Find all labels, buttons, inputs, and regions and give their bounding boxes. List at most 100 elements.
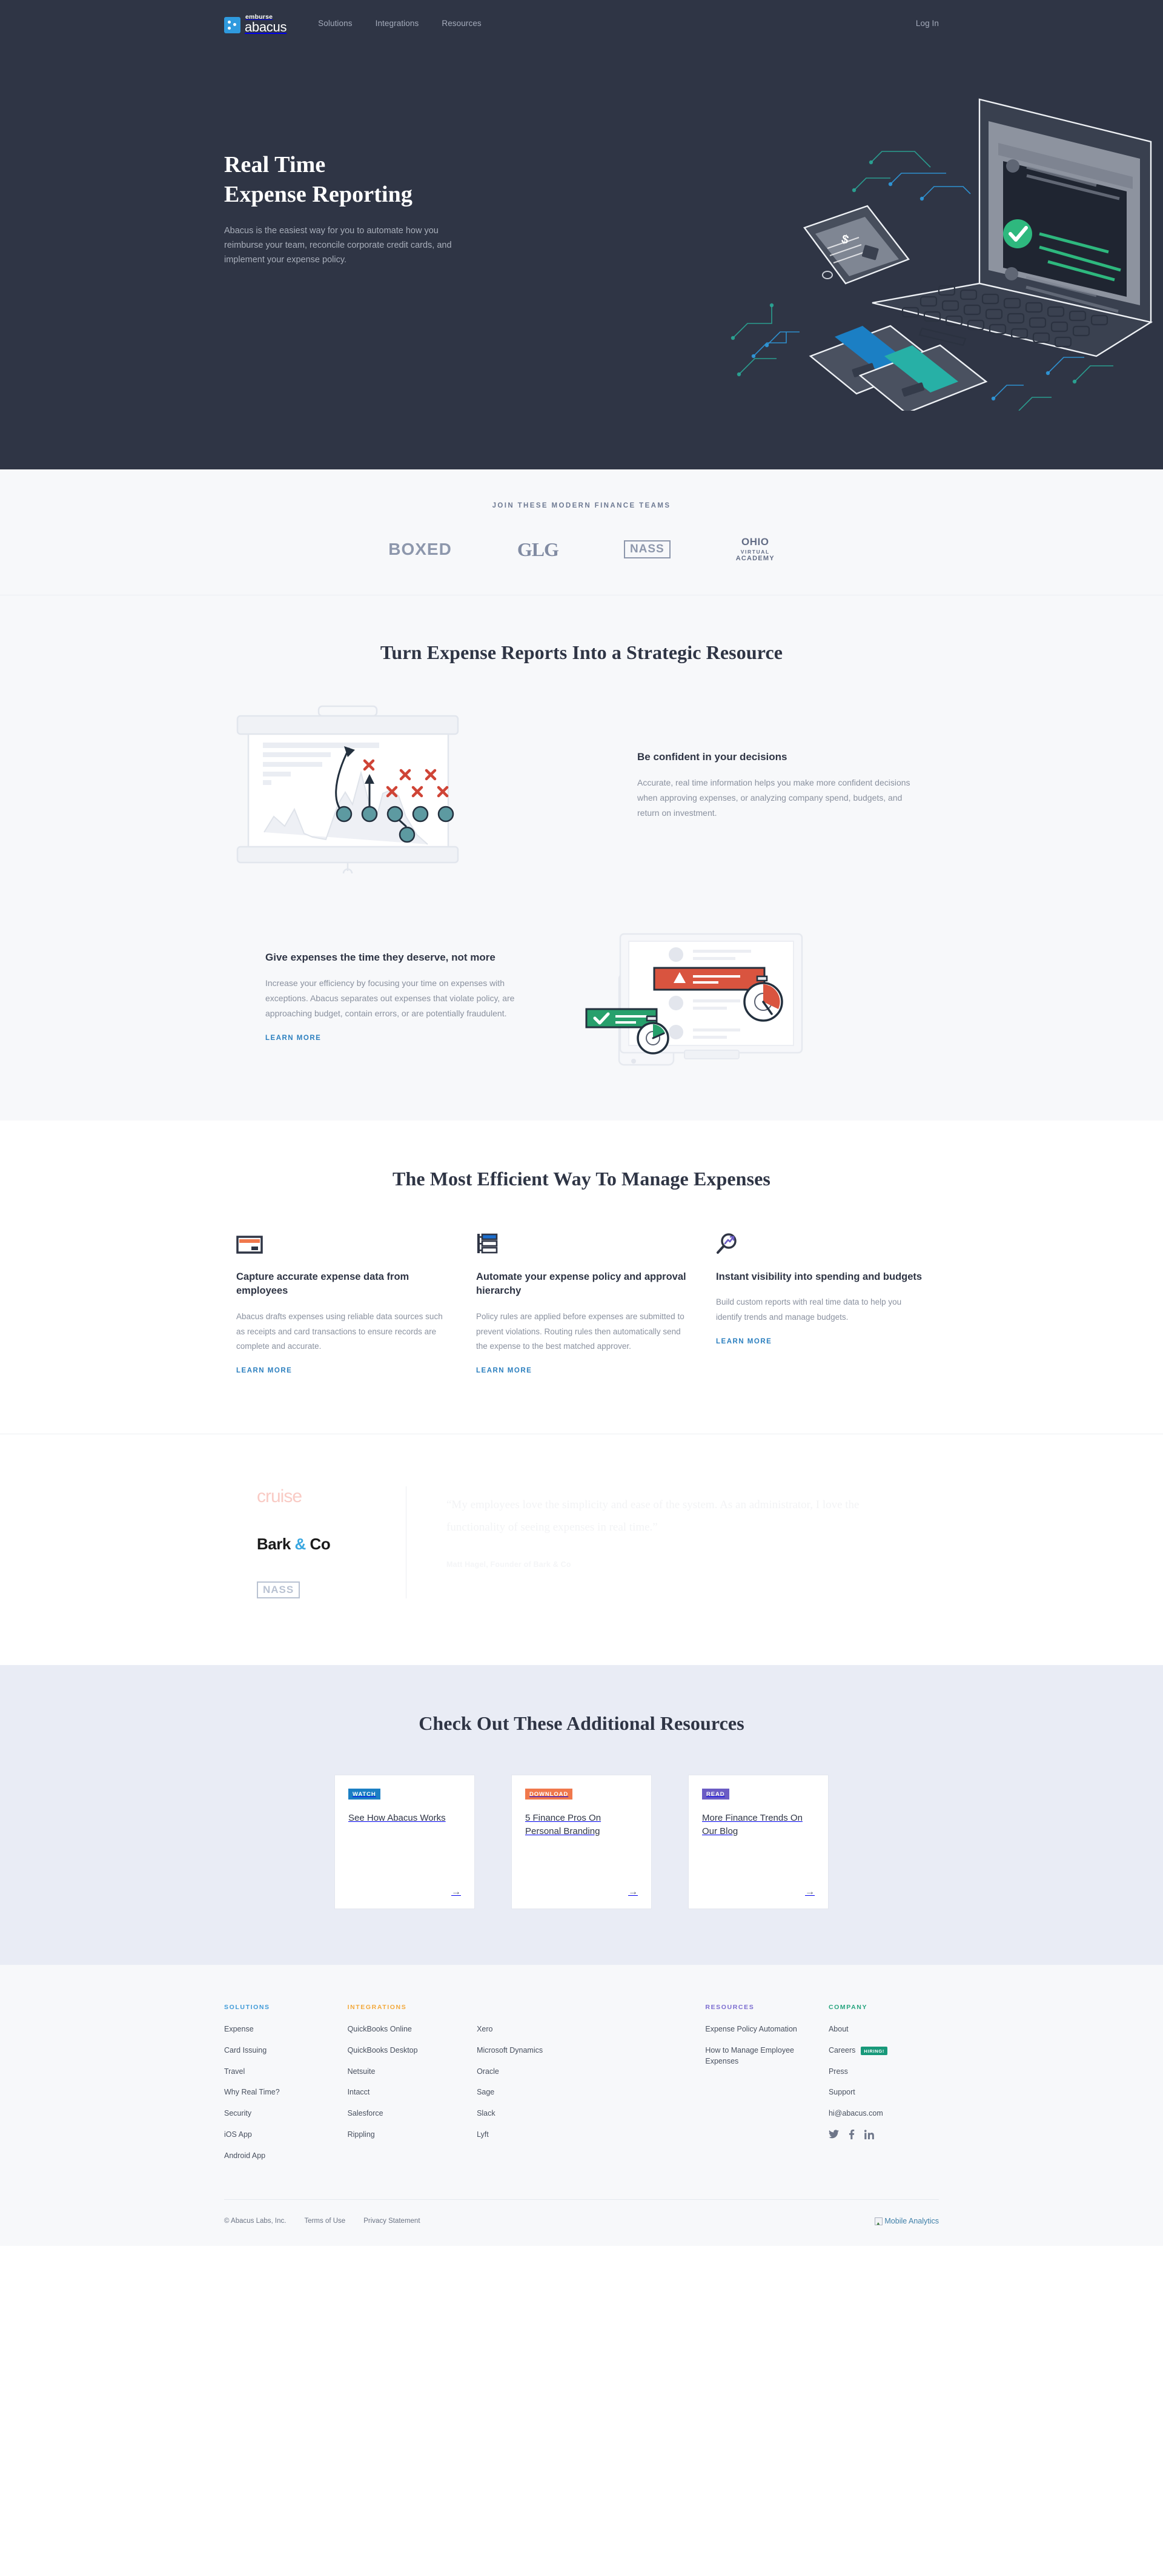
footer-link-card-issuing[interactable]: Card Issuing	[224, 2045, 348, 2056]
logostrip-eyebrow: JOIN THESE MODERN FINANCE TEAMS	[492, 502, 671, 509]
testimonial-logo-cruise[interactable]: cruise	[257, 1486, 302, 1507]
site-footer: SOLUTIONS Expense Card Issuing Travel Wh…	[0, 1965, 1163, 2247]
strategic-section-title: Turn Expense Reports Into a Strategic Re…	[380, 641, 783, 663]
abacus-logo-mark-icon	[224, 17, 240, 34]
mobile-analytics-badge[interactable]: Mobile Analytics	[875, 2217, 939, 2225]
client-logo-glg: GLG	[517, 538, 559, 560]
footer-bottom-links: © Abacus Labs, Inc. Terms of Use Privacy…	[224, 2217, 420, 2225]
testimonial-section: cruise Bark & Co NASS “My employees love…	[0, 1434, 1163, 1666]
footer-link-rippling[interactable]: Rippling	[348, 2130, 477, 2141]
footer-link-expense-policy-automation[interactable]: Expense Policy Automation	[705, 2024, 829, 2035]
hero-copy: Real Time Expense Reporting Abacus is th…	[224, 150, 509, 267]
ohio-line-3: ACADEMY	[735, 555, 775, 563]
testimonial-quote: “My employees love the simplicity and ea…	[446, 1498, 860, 1534]
footer-careers-row: Careers HIRING!	[829, 2045, 939, 2056]
footer-column-company: COMPANY About Careers HIRING! Press Supp…	[828, 2004, 939, 2171]
footer-link-slack[interactable]: Slack	[477, 2108, 705, 2119]
footer-link-oracle[interactable]: Oracle	[477, 2067, 705, 2078]
footer-link-ios-app[interactable]: iOS App	[224, 2130, 348, 2141]
facebook-icon[interactable]	[849, 2129, 855, 2139]
linkedin-icon[interactable]	[864, 2130, 874, 2139]
feature-heading-time: Give expenses the time they deserve, not…	[265, 952, 495, 964]
footer-heading-solutions: SOLUTIONS	[224, 2004, 270, 2011]
resource-title-download: 5 Finance Pros On Personal Branding	[525, 1813, 601, 1836]
footer-link-sage[interactable]: Sage	[477, 2087, 705, 2098]
resource-card-watch[interactable]: WATCH See How Abacus Works →	[334, 1775, 475, 1910]
testimonial-logo-bark-and-co[interactable]: Bark & Co	[257, 1535, 331, 1554]
footer-link-why-real-time[interactable]: Why Real Time?	[224, 2087, 348, 2098]
hero-subtitle: Abacus is the easiest way for you to aut…	[224, 226, 452, 265]
hero-section: emburse abacus Solutions Integrations Re…	[0, 0, 1163, 469]
footer-heading-company: COMPANY	[828, 2004, 868, 2011]
credit-card-icon	[236, 1228, 447, 1254]
footer-link-intacct[interactable]: Intacct	[348, 2087, 477, 2098]
footer-link-quickbooks-online[interactable]: QuickBooks Online	[348, 2024, 477, 2035]
ohio-line-1: OHIO	[741, 536, 769, 548]
hero-title-line-2: Expense Reporting	[224, 181, 413, 207]
footer-link-email[interactable]: hi@abacus.com	[829, 2108, 939, 2119]
feature-body-confident: Accurate, real time information helps yo…	[637, 778, 910, 818]
feature-heading-confident: Be confident in your decisions	[637, 751, 787, 763]
footer-link-security[interactable]: Security	[224, 2108, 348, 2119]
footer-link-press[interactable]: Press	[829, 2067, 939, 2078]
nav-item-solutions[interactable]: Solutions	[318, 19, 352, 28]
abacus-logo[interactable]: emburse abacus	[224, 14, 287, 34]
efficient-body-visibility: Build custom reports with real time data…	[716, 1297, 902, 1322]
whiteboard-illustration	[224, 698, 582, 873]
twitter-icon[interactable]	[828, 2130, 839, 2139]
efficient-section-title: The Most Efficient Way To Manage Expense…	[393, 1167, 770, 1190]
footer-link-salesforce[interactable]: Salesforce	[348, 2108, 477, 2119]
footer-link-expense[interactable]: Expense	[224, 2024, 348, 2035]
footer-column-integrations-second: Xero Microsoft Dynamics Oracle Sage Slac…	[477, 2004, 705, 2171]
footer-link-how-to-manage-employee-expenses[interactable]: How to Manage Employee Expenses	[705, 2045, 829, 2067]
resource-tag-download: DOWNLOAD	[525, 1789, 573, 1800]
footer-link-privacy-statement[interactable]: Privacy Statement	[363, 2217, 420, 2225]
footer-link-terms-of-use[interactable]: Terms of Use	[304, 2217, 345, 2225]
footer-link-android-app[interactable]: Android App	[224, 2151, 348, 2162]
resource-card-read[interactable]: READ More Finance Trends On Our Blog →	[688, 1775, 829, 1910]
arrow-right-icon: →	[628, 1887, 638, 1898]
learn-more-link-time[interactable]: LEARN MORE	[265, 1035, 321, 1042]
learn-more-link-capture[interactable]: LEARN MORE	[236, 1367, 292, 1374]
testimonial-block: cruise Bark & Co NASS “My employees love…	[224, 1486, 939, 1599]
learn-more-link-automate[interactable]: LEARN MORE	[476, 1367, 532, 1374]
magnifier-trend-icon	[716, 1228, 927, 1254]
resource-title-watch: See How Abacus Works	[348, 1813, 446, 1824]
learn-more-link-visibility[interactable]: LEARN MORE	[716, 1338, 772, 1345]
footer-link-travel[interactable]: Travel	[224, 2067, 348, 2078]
efficient-heading-capture: Capture accurate expense data from emplo…	[236, 1271, 409, 1297]
nav-item-integrations[interactable]: Integrations	[376, 19, 419, 28]
page-root: emburse abacus Solutions Integrations Re…	[0, 0, 1163, 2247]
login-link[interactable]: Log In	[916, 19, 939, 29]
arrow-right-icon: →	[805, 1887, 815, 1898]
testimonial-logo-nass[interactable]: NASS	[257, 1581, 300, 1599]
efficient-heading-visibility: Instant visibility into spending and bud…	[716, 1271, 923, 1282]
resource-tag-watch: WATCH	[348, 1789, 380, 1800]
footer-link-lyft[interactable]: Lyft	[477, 2130, 705, 2141]
footer-link-support[interactable]: Support	[829, 2087, 939, 2098]
ohio-line-2: VIRTUAL	[740, 548, 770, 555]
footer-link-netsuite[interactable]: Netsuite	[348, 2067, 477, 2078]
nav-item-resources[interactable]: Resources	[442, 19, 481, 28]
efficient-body-capture: Abacus drafts expenses using reliable da…	[236, 1312, 443, 1351]
feature-row-confident: Be confident in your decisions Accurate,…	[224, 698, 939, 873]
hero-illustration: $	[709, 71, 1163, 414]
main-navigation: emburse abacus Solutions Integrations Re…	[224, 0, 939, 42]
resources-section-title: Check Out These Additional Resources	[419, 1712, 744, 1735]
strategic-resource-section: Turn Expense Reports Into a Strategic Re…	[0, 595, 1163, 1121]
footer-link-about[interactable]: About	[829, 2024, 939, 2035]
mobile-analytics-label: Mobile Analytics	[884, 2217, 939, 2226]
footer-heading-integrations: INTEGRATIONS	[347, 2004, 407, 2011]
resource-tag-read: READ	[702, 1789, 729, 1800]
efficient-heading-automate: Automate your expense policy and approva…	[476, 1271, 686, 1297]
efficient-columns: Capture accurate expense data from emplo…	[224, 1228, 939, 1376]
footer-link-xero[interactable]: Xero	[477, 2024, 705, 2035]
testimonial-content: “My employees love the simplicity and ea…	[406, 1486, 939, 1599]
feature-copy-confident: Be confident in your decisions Accurate,…	[582, 750, 939, 821]
footer-link-quickbooks-desktop[interactable]: QuickBooks Desktop	[348, 2045, 477, 2056]
resource-card-download[interactable]: DOWNLOAD 5 Finance Pros On Personal Bran…	[511, 1775, 652, 1910]
footer-link-microsoft-dynamics[interactable]: Microsoft Dynamics	[477, 2045, 705, 2056]
footer-link-careers[interactable]: Careers	[829, 2045, 855, 2056]
client-logos-section: JOIN THESE MODERN FINANCE TEAMS BOXED GL…	[0, 469, 1163, 595]
hero-title: Real Time Expense Reporting	[224, 150, 509, 209]
